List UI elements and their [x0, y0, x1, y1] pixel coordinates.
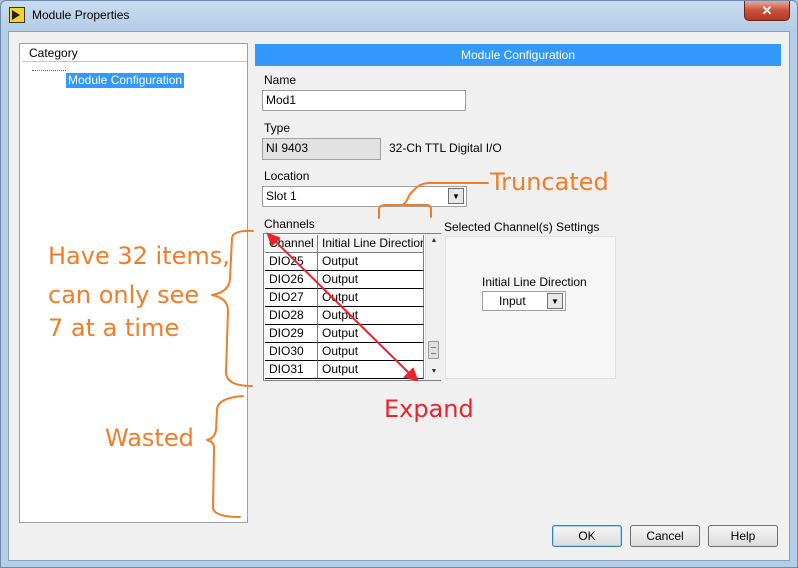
items-annotation-line1: Have 32 items,	[48, 242, 230, 270]
items-annotation-line2: can only see	[48, 281, 200, 309]
wasted-brace	[206, 395, 244, 518]
truncated-bracket-right	[403, 204, 432, 218]
wasted-annotation: Wasted	[105, 424, 194, 452]
expand-arrow-line	[271, 237, 413, 377]
truncated-bracket	[378, 182, 489, 219]
items-annotation-line3: 7 at a time	[48, 314, 180, 342]
expand-annotation: Expand	[384, 395, 474, 423]
truncated-annotation: Truncated	[490, 168, 609, 196]
